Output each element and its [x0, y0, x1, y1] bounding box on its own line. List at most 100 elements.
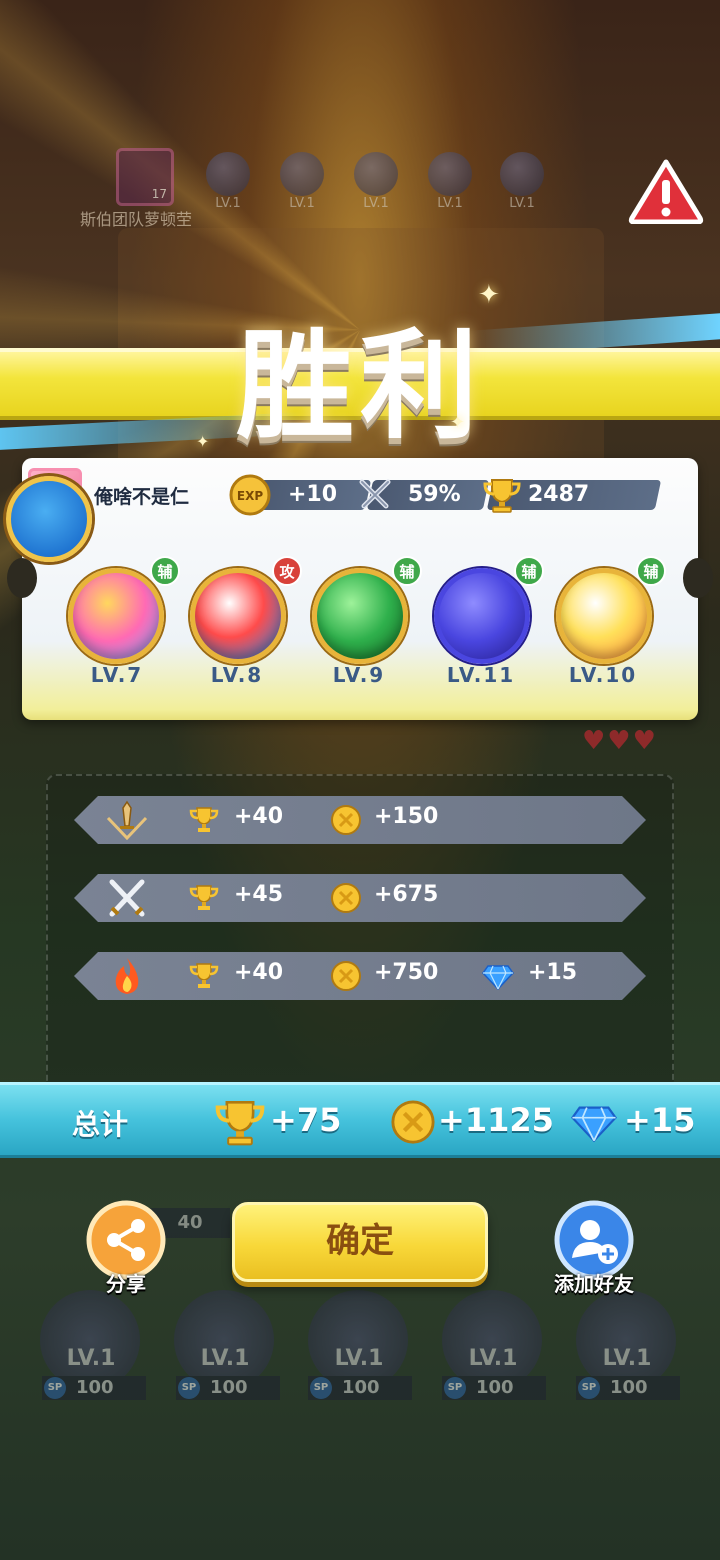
skill-orb [556, 568, 652, 664]
player-level-value: 17 [151, 187, 167, 201]
win-rate-value: 59% [408, 482, 461, 507]
flame-icon [102, 956, 152, 996]
skill-level: LV.9 [332, 663, 386, 687]
bottom-skill-level: LV.1 [200, 1346, 250, 1371]
bottom-skill-orb [308, 1290, 408, 1390]
result-card: 俺啥不是仁 +10 EXP 59% 2487 辅 LV.7 攻 LV.8 辅 L… [7, 458, 713, 720]
bottom-skill-level: LV.1 [468, 1346, 518, 1371]
reward-gems: +15 [528, 960, 578, 985]
reward-coins: +150 [374, 804, 439, 829]
gem-icon [571, 1106, 617, 1143]
top-status-row: 17 斯伯团队萝顿茔 LV.1 LV.1 LV.1 LV.1 LV.1 [0, 148, 720, 229]
trophy-icon [188, 804, 220, 836]
top-skill-icon [280, 152, 324, 196]
warning-icon [628, 159, 704, 225]
top-skill-level: LV.1 [509, 196, 535, 211]
sp-icon: SP [578, 1377, 600, 1399]
trophy-icon [188, 960, 220, 992]
sp-icon: SP [178, 1377, 200, 1399]
sp-value: 100 [76, 1377, 114, 1398]
reward-coins: +750 [374, 960, 439, 985]
bottom-sp: SP 100 [576, 1376, 680, 1400]
top-skill-level: LV.1 [363, 196, 389, 211]
exp-value: +10 [288, 482, 338, 507]
bottom-skill-level: LV.1 [334, 1346, 384, 1371]
total-gems: +15 [624, 1101, 696, 1139]
total-bar: 总计 +75 +1125 +15 [0, 1082, 720, 1158]
top-skill-level: LV.1 [289, 196, 315, 211]
card-notch [7, 558, 37, 598]
bottom-sp: SP 100 [308, 1376, 412, 1400]
crossed-swords-icon [102, 878, 152, 918]
coin-icon [330, 960, 362, 992]
skill-level: LV.7 [90, 663, 144, 687]
bottom-skill-orb [174, 1290, 274, 1390]
skill-orb [434, 568, 530, 664]
sparkle-icon: ✦ [478, 280, 500, 310]
skull-icon [500, 152, 544, 196]
skill-level: LV.11 [446, 663, 516, 687]
top-skill-icon [354, 152, 398, 196]
add-friend-label: 添加好友 [554, 1272, 634, 1296]
skill-orb [190, 568, 286, 664]
total-trophy: +75 [270, 1101, 342, 1139]
bottom-sp: SP 100 [442, 1376, 546, 1400]
skill-level: LV.10 [568, 663, 638, 687]
player-level-badge: 17 [116, 148, 174, 206]
skill-type-tag: 攻 [272, 556, 302, 586]
skill-type-tag: 辅 [514, 556, 544, 586]
top-skill-icon [428, 152, 472, 196]
bottom-skill-orb [442, 1290, 542, 1390]
skill-orb [312, 568, 408, 664]
skill-orb [68, 568, 164, 664]
total-coins: +1125 [438, 1101, 554, 1139]
exp-coin-icon: EXP [229, 474, 271, 516]
reward-trophy: +45 [234, 882, 284, 907]
reward-trophy: +40 [234, 804, 284, 829]
coin-icon [391, 1100, 435, 1144]
sp-icon: SP [44, 1377, 66, 1399]
top-skill-level: LV.1 [215, 196, 241, 211]
trophy-value: 2487 [528, 482, 590, 507]
bottom-skill-level: LV.1 [602, 1346, 652, 1371]
svg-text:EXP: EXP [237, 489, 263, 503]
reward-row: +40 +150 [74, 796, 646, 844]
trophy-icon [188, 882, 220, 914]
skill-type-tag: 辅 [636, 556, 666, 586]
bottom-sp: SP 100 [42, 1376, 146, 1400]
player-name: 俺啥不是仁 [94, 486, 190, 508]
trophy-icon [215, 1100, 265, 1146]
confirm-button[interactable]: 确定 [232, 1202, 488, 1282]
sp-value: 100 [610, 1377, 648, 1398]
victory-title: 胜利 [235, 317, 484, 455]
coin-icon [330, 804, 362, 836]
reward-trophy: +40 [234, 960, 284, 985]
sword-rank-icon [102, 800, 152, 840]
reward-row: +40 +750 +15 [74, 952, 646, 1000]
bottom-sp: SP 100 [176, 1376, 280, 1400]
sp-icon: SP [444, 1377, 466, 1399]
sp-value: 100 [210, 1377, 248, 1398]
skill-type-tag: 辅 [392, 556, 422, 586]
gem-icon [482, 960, 514, 992]
hearts-icon: ♥♥♥ [582, 726, 658, 756]
bottom-skill-level: LV.1 [66, 1346, 116, 1371]
trophy-icon [483, 479, 521, 513]
sp-icon: SP [310, 1377, 332, 1399]
coin-icon [330, 882, 362, 914]
crossed-swords-icon [359, 479, 391, 509]
skill-type-tag: 辅 [150, 556, 180, 586]
sp-value: 100 [476, 1377, 514, 1398]
reward-row: +45 +675 [74, 874, 646, 922]
bottom-skill-orb [576, 1290, 676, 1390]
reward-coins: +675 [374, 882, 439, 907]
warning-button[interactable] [628, 158, 704, 225]
total-label: 总计 [72, 1108, 129, 1141]
sp-value: 100 [342, 1377, 380, 1398]
sparkle-icon: ✦ [196, 432, 210, 451]
bottom-skill-orb [40, 1290, 140, 1390]
top-skill-icon [206, 152, 250, 196]
skill-level: LV.8 [210, 663, 264, 687]
player-avatar-icon [6, 476, 92, 562]
opponent-name: 斯伯团队萝顿茔 [80, 210, 193, 229]
